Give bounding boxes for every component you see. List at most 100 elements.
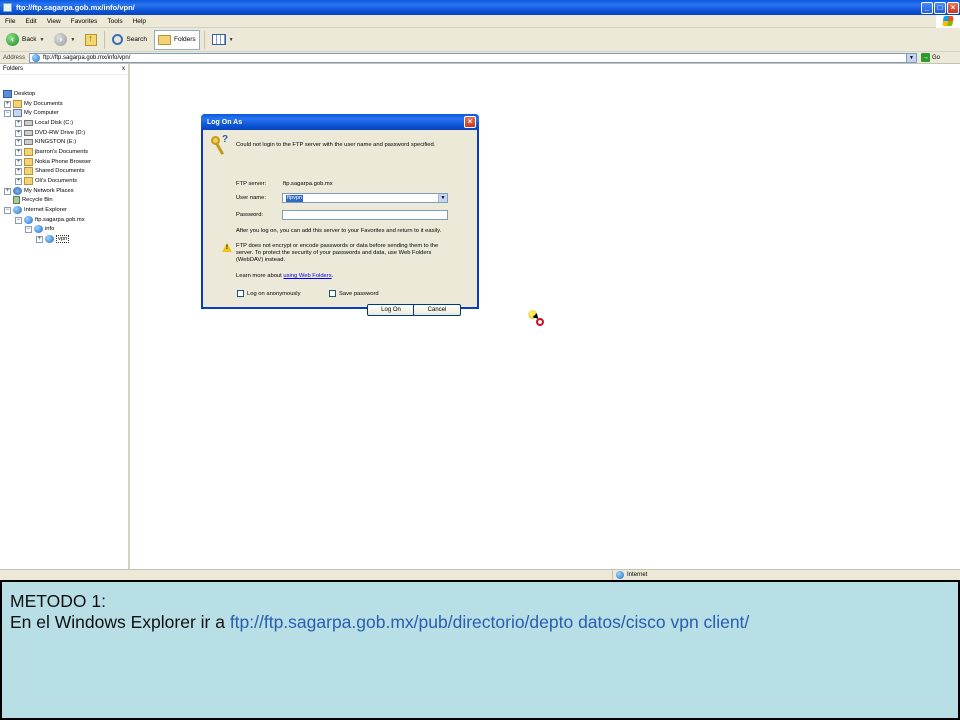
minimize-button[interactable]: _ [921,1,933,14]
menu-file[interactable]: File [5,18,15,25]
views-dropdown-icon[interactable]: ▼ [229,37,234,43]
menu-view[interactable]: View [47,18,61,25]
views-button[interactable]: ▼ [209,30,237,50]
log-on-as-dialog: Log On As × ? Could not login to the FTP… [201,114,479,316]
drive-icon [24,139,33,145]
folders-button[interactable]: Folders [153,29,200,50]
tree-item-internet-explorer[interactable]: − Internet Explorer [4,205,67,215]
internet-explorer-icon [13,206,22,214]
address-bar: Address ftp://ftp.sagarpa.gob.mx/info/vp… [0,52,960,64]
forward-dropdown-icon[interactable]: ▼ [70,37,75,43]
instruction-caption: METODO 1: En el Windows Explorer ir a ft… [0,580,960,720]
tree-item-info[interactable]: − info [25,224,54,234]
back-button[interactable]: ‹ Back ▼ [3,30,47,50]
expand-icon[interactable]: + [15,148,22,156]
expand-icon[interactable]: + [15,158,22,166]
expand-icon[interactable]: + [15,167,22,175]
log-on-button[interactable]: Log On [367,304,415,316]
tree-item-jbarron-documents[interactable]: + jbarron's Documents [15,147,88,157]
warning-line-2: server. To protect the security of your … [236,250,432,256]
tree-item-shared-documents[interactable]: + Shared Documents [15,166,85,176]
expand-icon[interactable]: + [15,177,22,185]
menu-favorites[interactable]: Favorites [71,18,98,25]
search-button[interactable]: Search [109,30,150,50]
back-dropdown-icon[interactable]: ▼ [39,37,44,43]
ftp-server-label: FTP server: [236,181,267,187]
network-icon [13,187,22,195]
address-label: Address [3,54,26,61]
expand-icon[interactable]: + [36,235,43,243]
tree-item-local-disk[interactable]: + Local Disk (C:) [15,118,73,128]
drive-icon [24,120,33,126]
go-button[interactable]: → Go [921,53,940,62]
folders-pane: Folders x Desktop + My Documents − My Co… [0,64,130,569]
dialog-body: ? Could not login to the FTP server with… [203,130,477,316]
login-error-message: Could not login to the FTP server with t… [236,142,436,148]
collapse-icon[interactable]: − [25,225,32,233]
expand-icon[interactable]: + [4,187,11,195]
expand-icon[interactable]: + [15,129,22,137]
collapse-icon[interactable]: − [15,216,22,224]
collapse-icon[interactable]: − [4,109,11,117]
log-on-anonymously-checkbox[interactable]: Log on anonymously [237,290,301,297]
folders-icon [157,34,171,45]
expand-icon[interactable]: + [15,138,22,146]
expand-icon[interactable]: + [15,119,22,127]
log-on-anonymously-label: Log on anonymously [247,290,301,297]
status-zone: Internet [612,570,647,580]
menu-tools[interactable]: Tools [107,18,122,25]
username-dropdown-icon[interactable]: ▼ [438,194,447,202]
password-field[interactable] [282,210,448,220]
up-button[interactable] [82,30,100,50]
tree-item-oli-documents[interactable]: + Oli's Documents [15,176,77,186]
drive-icon [24,130,33,136]
window-title-bar[interactable]: ftp://ftp.sagarpa.gob.mx/info/vpn/ _ □ × [0,0,960,15]
dialog-close-button[interactable]: × [464,116,476,128]
web-folders-link[interactable]: using Web Folders [283,273,331,279]
recycle-bin-icon [13,196,20,204]
warning-line-3: (WebDAV) instead. [236,257,286,263]
internet-zone-icon [616,571,624,579]
warning-line-1: FTP does not encrypt or encode passwords… [236,243,439,249]
toolbar-separator [203,30,205,49]
views-icon [211,34,226,45]
folders-pane-close-icon[interactable]: x [122,66,125,72]
back-arrow-icon: ‹ [6,33,19,46]
maximize-button[interactable]: □ [934,1,946,14]
folder-icon [24,158,33,166]
warning-icon: ! [222,243,232,252]
forward-button[interactable]: › ▼ [51,30,78,50]
cancel-button[interactable]: Cancel [413,304,461,316]
folder-icon [45,235,54,243]
search-icon [112,34,124,45]
tree-item-desktop[interactable]: Desktop [3,89,35,99]
tree-item-kingston[interactable]: + KINGSTON (E:) [15,137,76,147]
favorites-note: After you log on, you can add this serve… [236,228,442,234]
dialog-title-bar[interactable]: Log On As × [201,114,479,130]
save-password-checkbox[interactable]: Save password [329,290,379,297]
ftp-globe-icon [32,53,41,62]
go-arrow-icon: → [921,53,931,62]
menu-edit[interactable]: Edit [25,18,36,25]
up-folder-icon [85,33,98,46]
close-button[interactable]: × [947,1,959,14]
menu-help[interactable]: Help [133,18,146,25]
tree-item-vpn[interactable]: + vpn [36,234,70,244]
collapse-icon[interactable]: − [4,206,11,214]
address-input[interactable]: ftp://ftp.sagarpa.gob.mx/info/vpn/ ▼ [29,52,918,63]
caption-heading: METODO 1: [10,591,106,611]
checkbox-box[interactable] [329,290,336,297]
folder-icon [24,177,33,185]
learn-more-suffix: . [331,273,334,279]
tree-item-my-computer[interactable]: − My Computer [4,108,59,118]
menu-bar: File Edit View Favorites Tools Help [0,15,960,28]
address-dropdown-icon[interactable]: ▼ [906,53,917,62]
folder-icon [24,167,33,175]
expand-icon[interactable]: + [4,100,11,108]
checkbox-box[interactable] [237,290,244,297]
tree-item-recycle-bin[interactable]: Recycle Bin [13,195,53,205]
desktop-icon [3,90,12,98]
computer-icon [13,109,22,117]
folder-icon [24,148,33,156]
username-combobox[interactable]: ftpvpn ▼ [282,193,448,203]
